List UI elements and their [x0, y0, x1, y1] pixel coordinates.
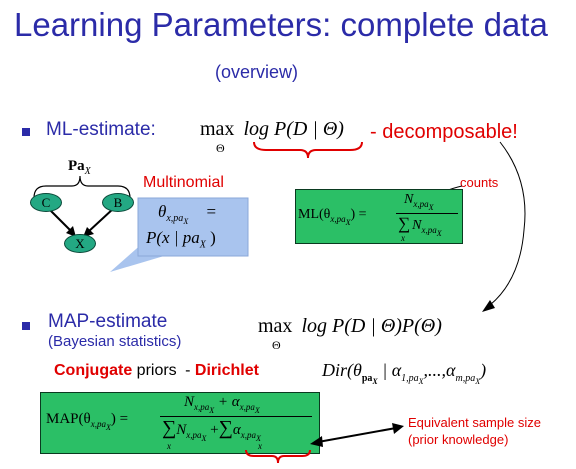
ml-formula-lhs: ML(θx,paX) = — [298, 207, 367, 227]
max-word: max — [200, 118, 235, 140]
multinomial-rhs: P(x | paX ) — [146, 228, 216, 251]
ml-formula-numerator: Nx,paX — [404, 192, 434, 212]
dirichlet-word: Dirichlet — [194, 362, 259, 379]
conjugate-word: Conjugate — [54, 362, 133, 379]
ml-sum-subscript: x — [401, 233, 405, 243]
map-sum-subscript-1: x — [167, 441, 171, 451]
equivalent-sample-size-label: Equivalent sample size (prior knowledge) — [408, 415, 541, 447]
map-max-subscript: Θ — [272, 338, 281, 352]
flow-arrow-ml-to-map — [482, 141, 526, 312]
map-formula-lhs: MAP(θx,paX) = — [46, 411, 129, 432]
ml-log-term: log P(D | Θ) — [243, 118, 344, 140]
page-subtitle: (overview) — [215, 62, 299, 82]
priors-word: priors — [136, 362, 177, 379]
equiv-double-arrow — [310, 423, 404, 447]
page-title: Learning Parameters: complete data — [14, 6, 548, 43]
node-c: C — [30, 193, 62, 212]
ml-max-formula: max log P(D | Θ) — [200, 118, 344, 141]
dirichlet-formula: Dir(θpaX | α1,paX,...,αm,paX) — [322, 360, 487, 386]
bullet-map — [22, 322, 30, 330]
node-x: X — [64, 234, 96, 253]
map-max-formula: max log P(D | Θ)P(Θ) — [258, 315, 442, 337]
bullet-ml — [22, 128, 30, 136]
map-formula-numerator: Nx,paX + αx,paX — [184, 394, 260, 415]
map-red-brace — [245, 449, 311, 464]
ml-red-brace — [253, 141, 363, 159]
bayesian-statistics-label: (Bayesian statistics) — [48, 333, 182, 350]
map-formula-denominator: ∑Nx,paX +∑αx,paX — [162, 417, 261, 443]
multinomial-label: Multinomial — [143, 174, 224, 191]
map-estimate-label: MAP-estimate — [48, 311, 168, 332]
ml-estimate-label: ML-estimate: — [46, 119, 156, 140]
ml-max-subscript: Θ — [216, 141, 225, 155]
multinomial-theta-eq: θx,paX = — [158, 202, 217, 227]
conjugate-priors-line: Conjugate priors - Dirichlet — [54, 362, 259, 379]
